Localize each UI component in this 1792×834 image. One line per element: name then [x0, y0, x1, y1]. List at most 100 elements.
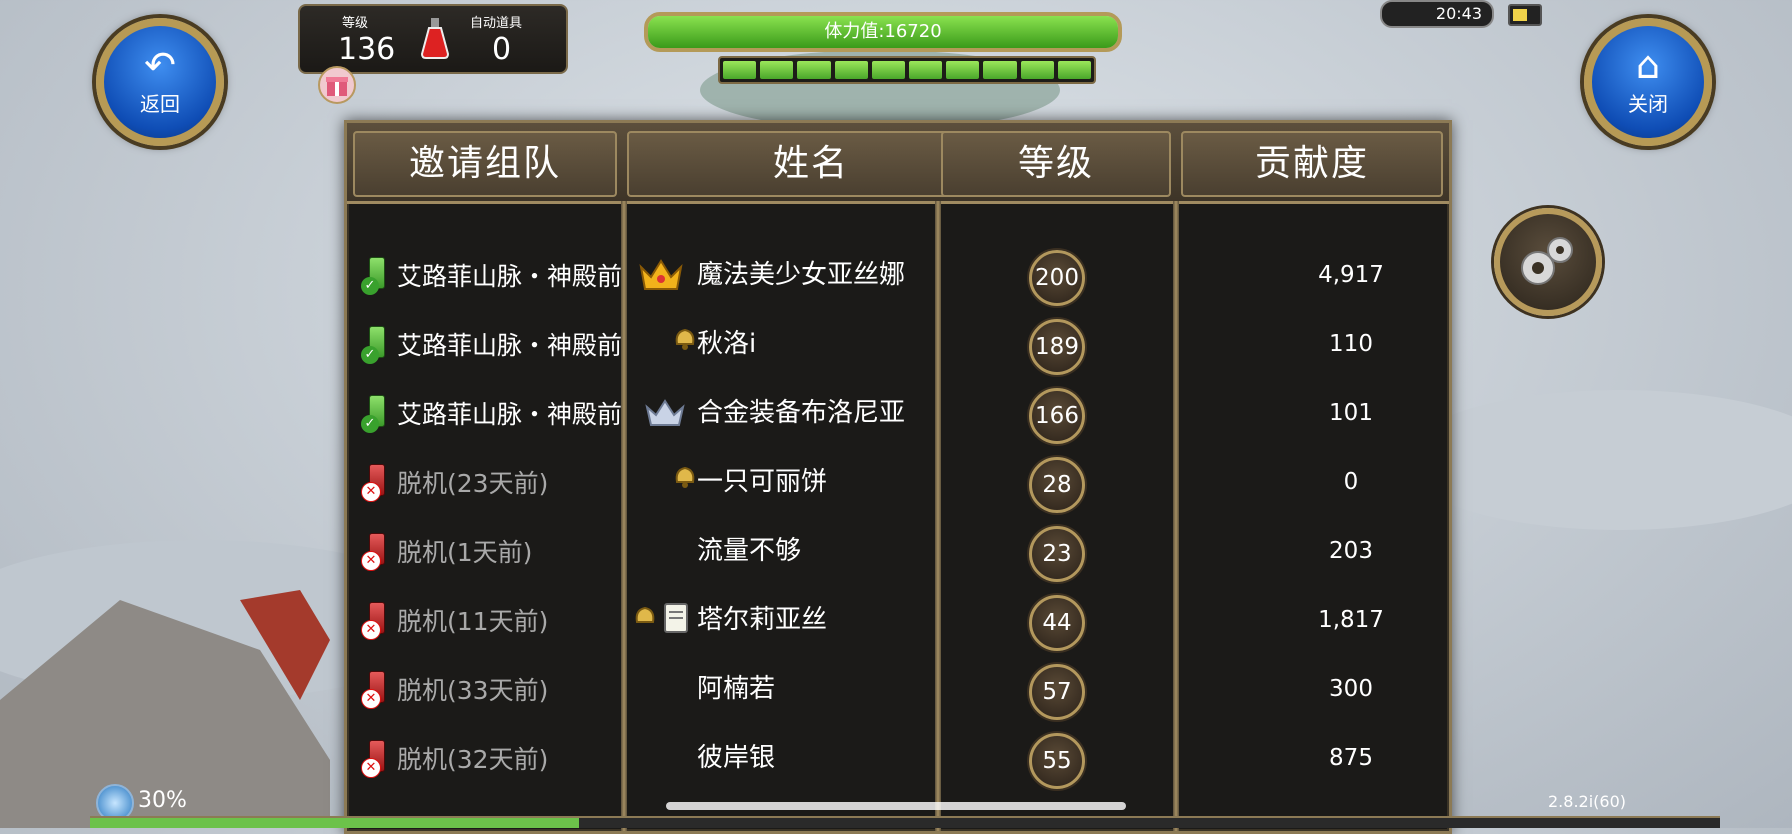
energy-segment — [834, 61, 868, 79]
back-button[interactable]: ↶ 返回 — [96, 18, 224, 146]
home-indicator[interactable] — [666, 802, 1126, 810]
offline-phone-icon: ✕ — [361, 669, 391, 709]
version-label: 2.8.2i(60) — [1548, 792, 1626, 811]
auto-item-title: 自动道具 — [470, 16, 523, 31]
member-level-badge: 200 — [1029, 250, 1085, 306]
member-status-text: 艾路菲山脉・神殿前 — [397, 400, 623, 429]
member-level-badge: 189 — [1029, 319, 1085, 375]
auto-item-value: 0 — [492, 32, 512, 67]
bell-memo-icon — [631, 600, 691, 634]
potion-icon — [420, 18, 450, 59]
stamina-bar: 体力值:16720 — [644, 12, 1122, 52]
online-phone-icon: ✓ — [361, 255, 391, 295]
energy-segment — [983, 61, 1017, 79]
header-name[interactable]: 姓名 — [627, 131, 995, 197]
member-status[interactable]: ✕ 脱机(32天前) — [361, 736, 548, 780]
bell-icon — [669, 462, 699, 492]
member-level-badge: 57 — [1029, 664, 1085, 720]
member-name[interactable]: 一只可丽饼 — [697, 460, 827, 504]
member-row[interactable]: ✕ 脱机(23天前) 一只可丽饼 28 0 — [347, 448, 1449, 517]
back-arrow-icon: ↶ — [144, 43, 176, 87]
energy-segment — [760, 61, 794, 79]
energy-segment — [723, 61, 757, 79]
energy-segment — [946, 61, 980, 79]
bottom-progress-bar — [90, 816, 1720, 828]
energy-segment — [1020, 61, 1054, 79]
member-name[interactable]: 魔法美少女亚丝娜 — [697, 253, 905, 297]
member-row[interactable]: ✕ 脱机(33天前) 阿楠若 57 300 — [347, 655, 1449, 724]
bell-icon — [669, 324, 699, 354]
member-status[interactable]: ✓ 艾路菲山脉・神殿前 — [361, 391, 622, 435]
member-name[interactable]: 合金装备布洛尼亚 — [697, 391, 905, 435]
energy-segment — [1057, 61, 1092, 79]
energy-segment-bar — [718, 56, 1096, 84]
progress-percent: 30% — [138, 788, 187, 813]
member-level-badge: 166 — [1029, 388, 1085, 444]
gold-crown-icon — [637, 255, 685, 295]
member-contribution: 101 — [1329, 400, 1373, 426]
member-status-text: 脱机(11天前) — [397, 607, 549, 636]
table-header: 邀请组队 姓名 等级 贡献度 — [347, 123, 1449, 204]
member-status[interactable]: ✕ 脱机(11天前) — [361, 598, 548, 642]
settings-button[interactable] — [1494, 208, 1602, 316]
offline-phone-icon: ✕ — [361, 531, 391, 571]
member-contribution: 0 — [1343, 469, 1359, 495]
silver-crown-icon — [643, 393, 687, 433]
battery-icon — [1508, 4, 1542, 26]
member-level-badge: 44 — [1029, 595, 1085, 651]
member-contribution: 875 — [1329, 745, 1373, 771]
gift-icon[interactable] — [318, 66, 356, 104]
gear-icon — [1521, 237, 1573, 285]
online-phone-icon: ✓ — [361, 324, 391, 364]
stamina-text: 体力值:16720 — [824, 21, 942, 42]
clock: 20:43 — [1380, 0, 1494, 28]
member-row[interactable]: ✕ 脱机(32天前) 彼岸银 55 875 — [347, 724, 1449, 793]
member-status[interactable]: ✕ 脱机(23天前) — [361, 460, 548, 504]
member-name[interactable]: 阿楠若 — [697, 667, 775, 711]
member-name[interactable]: 流量不够 — [697, 529, 801, 573]
member-row[interactable]: ✓ 艾路菲山脉・神殿前 魔法美少女亚丝娜 200 4,917 — [347, 241, 1449, 310]
member-status-text: 脱机(23天前) — [397, 469, 549, 498]
home-icon: ⌂ — [1635, 43, 1661, 87]
member-status[interactable]: ✓ 艾路菲山脉・神殿前 — [361, 253, 622, 297]
offline-phone-icon: ✕ — [361, 738, 391, 778]
member-status-text: 艾路菲山脉・神殿前 — [397, 262, 623, 291]
energy-segment — [909, 61, 943, 79]
level-title: 等级 — [342, 16, 369, 31]
offline-phone-icon: ✕ — [361, 462, 391, 502]
member-name[interactable]: 塔尔莉亚丝 — [697, 598, 827, 642]
member-row[interactable]: ✕ 脱机(1天前) 流量不够 23 203 — [347, 517, 1449, 586]
member-contribution: 1,817 — [1318, 607, 1384, 633]
energy-segment — [871, 61, 906, 79]
guild-member-panel: 邀请组队 姓名 等级 贡献度 ✓ 艾路菲山脉・神殿前 魔法美少女亚丝娜 200 4,91… — [344, 120, 1452, 834]
bottom-progress-fill — [90, 818, 579, 828]
member-row[interactable]: ✓ 艾路菲山脉・神殿前 秋洛i 189 110 — [347, 310, 1449, 379]
member-status-text: 脱机(32天前) — [397, 745, 549, 774]
member-list[interactable]: ✓ 艾路菲山脉・神殿前 魔法美少女亚丝娜 200 4,917 ✓ 艾路菲山脉・神殿前 秋洛i 1… — [347, 203, 1449, 831]
member-row[interactable]: ✕ 脱机(11天前) 塔尔莉亚丝 44 1,817 — [347, 586, 1449, 655]
member-status-text: 脱机(33天前) — [397, 676, 549, 705]
back-label: 返回 — [140, 92, 180, 116]
level-value: 136 — [338, 32, 396, 67]
member-row[interactable]: ✓ 艾路菲山脉・神殿前 合金装备布洛尼亚 166 101 — [347, 379, 1449, 448]
member-status[interactable]: ✕ 脱机(1天前) — [361, 529, 532, 573]
member-contribution: 203 — [1329, 538, 1373, 564]
member-level-badge: 55 — [1029, 733, 1085, 789]
member-contribution: 300 — [1329, 676, 1373, 702]
header-level[interactable]: 等级 — [941, 131, 1171, 197]
online-phone-icon: ✓ — [361, 393, 391, 433]
member-level-badge: 23 — [1029, 526, 1085, 582]
member-status-text: 脱机(1天前) — [397, 538, 533, 567]
member-status[interactable]: ✕ 脱机(33天前) — [361, 667, 548, 711]
level-info-panel: 等级 136 自动道具 0 — [298, 4, 568, 74]
member-status[interactable]: ✓ 艾路菲山脉・神殿前 — [361, 322, 622, 366]
close-button[interactable]: ⌂ 关闭 — [1584, 18, 1712, 146]
member-name[interactable]: 彼岸银 — [697, 736, 775, 780]
header-invite-team[interactable]: 邀请组队 — [353, 131, 617, 197]
energy-segment — [797, 61, 831, 79]
member-level-badge: 28 — [1029, 457, 1085, 513]
member-name[interactable]: 秋洛i — [697, 322, 756, 366]
header-contribution[interactable]: 贡献度 — [1181, 131, 1443, 197]
offline-phone-icon: ✕ — [361, 600, 391, 640]
member-contribution: 4,917 — [1318, 262, 1384, 288]
